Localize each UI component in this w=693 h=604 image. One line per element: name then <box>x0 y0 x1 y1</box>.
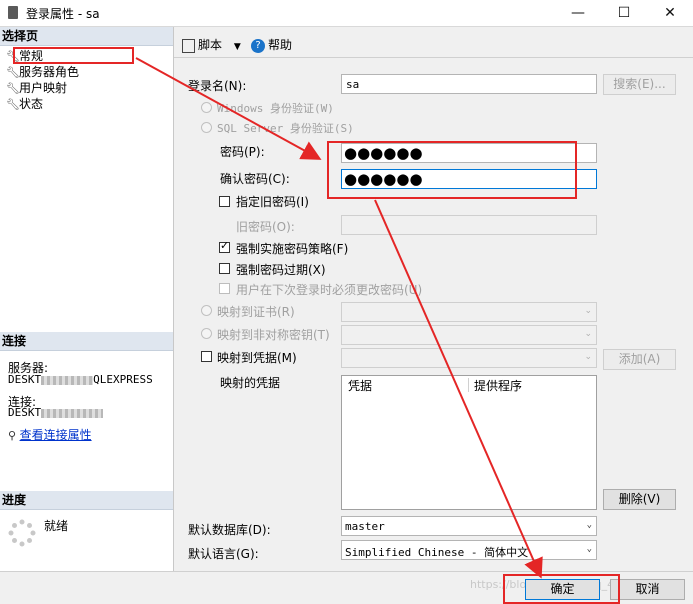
annotation-arrows <box>135 57 543 579</box>
annotation-arrow-2 <box>374 199 543 579</box>
annotation-arrow-1 <box>135 57 322 160</box>
